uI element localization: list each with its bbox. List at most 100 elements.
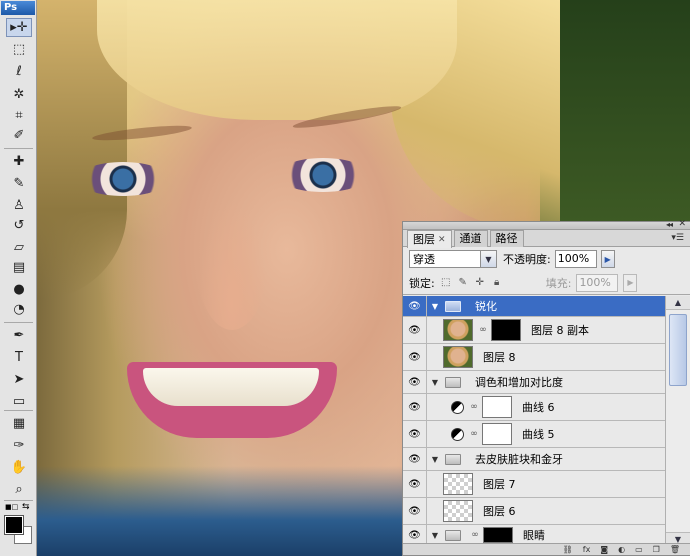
collapse-icon[interactable]: ◂◂ — [666, 220, 673, 229]
delete-layer-icon[interactable]: 🗑︎ — [670, 544, 680, 555]
visibility-eye-icon[interactable]: 👁︎ — [403, 296, 427, 316]
lasso-tool-icon[interactable]: ℓ — [6, 62, 32, 81]
opacity-slider-button[interactable]: ▶ — [600, 250, 615, 268]
add-mask-icon[interactable]: ◙ — [600, 544, 608, 555]
expand-triangle-icon[interactable]: ▼ — [430, 531, 440, 540]
layer-name: 去皮肤脏块和金牙 — [475, 453, 563, 466]
visibility-eye-icon[interactable]: 👁︎ — [403, 317, 427, 343]
lock-image-pixels-icon[interactable]: ✎ — [457, 277, 469, 289]
layer-name: 曲线 5 — [522, 428, 555, 441]
healing-brush-tool-icon[interactable]: ✚ — [6, 152, 32, 171]
fill-slider-button[interactable]: ▶ — [623, 273, 638, 292]
brush-tool-icon[interactable]: ✎ — [6, 174, 32, 193]
pen-tool-icon[interactable]: ✒ — [6, 326, 32, 345]
tab-layers[interactable]: 图层 ✕ — [407, 230, 452, 248]
mask-link-icon[interactable]: ∞ — [471, 530, 479, 540]
expand-triangle-icon[interactable]: ▼ — [430, 455, 440, 464]
toolbox-separator — [4, 500, 33, 501]
tab-close-icon[interactable]: ✕ — [438, 232, 446, 248]
layer-row[interactable]: 👁︎ ∞ 曲线 6 — [403, 394, 665, 421]
mask-thumbnail[interactable] — [491, 319, 521, 341]
new-group-icon[interactable]: ▭ — [635, 544, 643, 555]
folder-icon — [445, 529, 461, 541]
scroll-thumb[interactable] — [669, 314, 687, 386]
magic-wand-tool-icon[interactable]: ✲ — [6, 85, 32, 104]
group-mask-thumbnail[interactable] — [483, 527, 513, 543]
gradient-tool-icon[interactable]: ▤ — [6, 258, 32, 277]
type-tool-icon[interactable]: T — [6, 348, 32, 367]
visibility-eye-icon[interactable]: 👁︎ — [403, 448, 427, 470]
expand-triangle-icon[interactable]: ▼ — [430, 302, 440, 311]
layer-row[interactable]: 👁︎ ∞ 曲线 5 — [403, 421, 665, 448]
layer-thumbnail[interactable] — [443, 319, 473, 341]
panel-menu-icon[interactable]: ▾☰ — [671, 233, 684, 243]
lock-position-icon[interactable]: ✛ — [474, 277, 486, 289]
zoom-tool-icon[interactable]: ⌕ — [6, 480, 32, 499]
lock-all-icon[interactable]: 🔒︎ — [491, 277, 503, 289]
toolbox-separator — [4, 410, 33, 411]
tab-paths[interactable]: 路径 — [489, 230, 524, 247]
visibility-eye-icon[interactable]: 👁︎ — [403, 421, 427, 447]
layer-list-scrollbar[interactable]: ▲ ▼ — [665, 296, 690, 546]
layer-row[interactable]: 👁︎ ∞ 图层 8 副本 — [403, 317, 665, 344]
blur-tool-icon[interactable]: ● — [6, 280, 32, 299]
curves-adjustment-icon[interactable] — [451, 400, 464, 414]
close-icon[interactable]: ✕ — [678, 219, 686, 229]
expand-triangle-icon[interactable]: ▼ — [430, 378, 440, 387]
eyedropper-tool-icon[interactable]: ✐ — [6, 126, 32, 145]
layer-row[interactable]: 👁︎ 图层 7 — [403, 471, 665, 498]
new-layer-icon[interactable]: ❐ — [653, 544, 660, 555]
mask-thumbnail[interactable] — [482, 423, 512, 445]
layer-row[interactable]: 👁︎ 图层 6 — [403, 498, 665, 525]
folder-icon — [445, 376, 461, 388]
adjustment-layer-icon[interactable]: ◐ — [618, 544, 625, 555]
layer-row[interactable]: 👁︎ 图层 8 — [403, 344, 665, 371]
visibility-eye-icon[interactable]: 👁︎ — [403, 371, 427, 393]
layer-row[interactable]: 👁︎ ▼ 调色和增加对比度 — [403, 371, 665, 394]
visibility-eye-icon[interactable]: 👁︎ — [403, 471, 427, 497]
link-layers-icon[interactable]: ⛓ — [563, 544, 573, 555]
visibility-eye-icon[interactable]: 👁︎ — [403, 525, 427, 545]
clone-stamp-tool-icon[interactable]: ♙ — [6, 196, 32, 215]
photo-left-eye — [77, 162, 169, 196]
opacity-input[interactable]: 100% — [554, 250, 597, 268]
layer-style-icon[interactable]: fx — [583, 544, 591, 555]
scroll-up-icon[interactable]: ▲ — [666, 296, 690, 310]
mask-link-icon[interactable]: ∞ — [470, 402, 478, 412]
layer-row[interactable]: 👁︎ ▼ 锐化 — [403, 296, 665, 317]
folder-icon — [445, 453, 461, 465]
mask-link-icon[interactable]: ∞ — [470, 429, 478, 439]
fill-input[interactable]: 100% — [576, 273, 619, 292]
mask-link-icon[interactable]: ∞ — [479, 325, 487, 335]
visibility-eye-icon[interactable]: 👁︎ — [403, 344, 427, 370]
layer-name: 曲线 6 — [522, 401, 555, 414]
foreground-color-swatch[interactable] — [4, 515, 24, 535]
history-brush-tool-icon[interactable]: ↺ — [6, 216, 32, 235]
dodge-tool-icon[interactable]: ◔ — [6, 300, 32, 319]
curves-adjustment-icon[interactable] — [451, 427, 464, 441]
path-selection-tool-icon[interactable]: ➤ — [6, 370, 32, 389]
layer-list: 👁︎ ▼ 锐化 👁︎ ∞ 图层 8 副本 👁︎ 图层 8 👁︎ ▼ 调色和增加对比度 👁︎ ∞ 曲线 6 👁… — [403, 296, 665, 546]
layer-row[interactable]: 👁︎ ▼ 去皮肤脏块和金牙 — [403, 448, 665, 471]
color-sampler-tool-icon[interactable]: ✑ — [6, 436, 32, 455]
move-tool-icon[interactable]: ▸✛ — [6, 18, 32, 37]
hand-tool-icon[interactable]: ✋ — [6, 458, 32, 477]
tab-channels[interactable]: 通道 — [453, 230, 488, 247]
swap-colors-icon[interactable]: ⇆ — [22, 502, 30, 512]
chevron-down-icon[interactable]: ▼ — [480, 251, 496, 267]
notes-tool-icon[interactable]: ▦ — [6, 414, 32, 433]
visibility-eye-icon[interactable]: 👁︎ — [403, 394, 427, 420]
default-colors-icon[interactable]: ■□ — [5, 503, 18, 511]
mask-thumbnail[interactable] — [482, 396, 512, 418]
panel-titlebar[interactable]: ◂◂ ✕ — [403, 219, 690, 230]
marquee-tool-icon[interactable]: ⬚ — [6, 40, 32, 59]
crop-tool-icon[interactable]: ⌗ — [6, 106, 32, 125]
layer-thumbnail[interactable] — [443, 346, 473, 368]
blend-mode-select[interactable]: 穿透 ▼ — [409, 250, 497, 268]
visibility-eye-icon[interactable]: 👁︎ — [403, 498, 427, 524]
lock-transparent-pixels-icon[interactable]: ⬚ — [440, 277, 452, 289]
layer-thumbnail[interactable] — [443, 473, 473, 495]
layer-thumbnail[interactable] — [443, 500, 473, 522]
shape-tool-icon[interactable]: ▭ — [6, 392, 32, 411]
eraser-tool-icon[interactable]: ▱ — [6, 238, 32, 257]
